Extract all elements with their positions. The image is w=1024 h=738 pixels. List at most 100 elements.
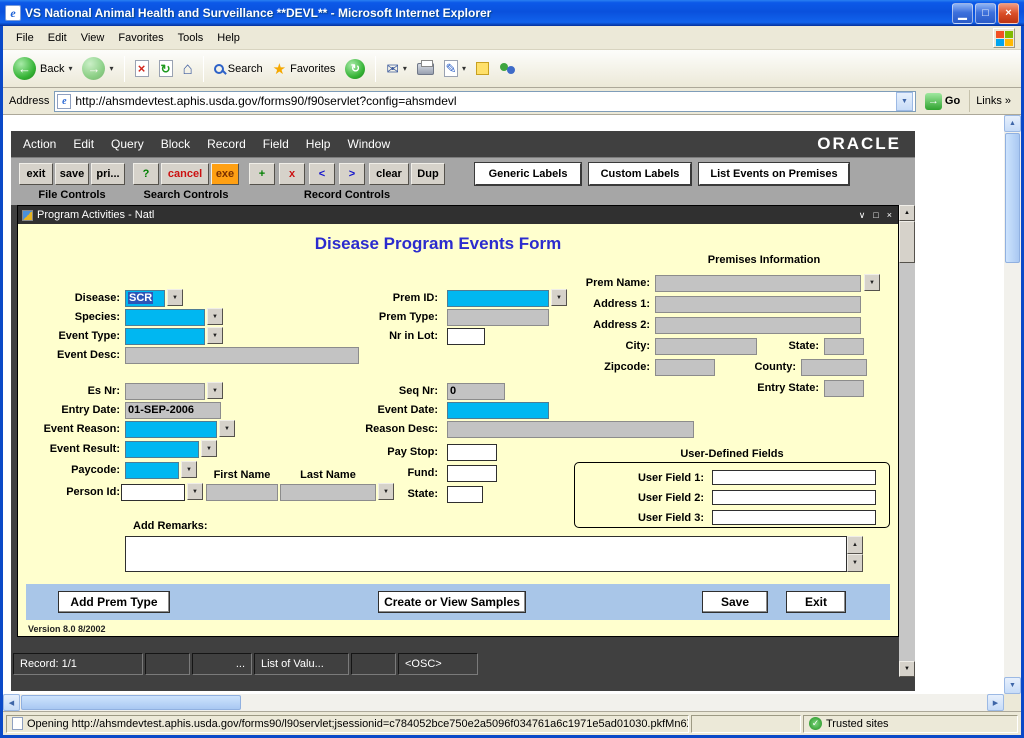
notes-button[interactable] (472, 60, 493, 77)
menu-edit[interactable]: Edit (41, 29, 74, 47)
close-button[interactable]: × (998, 3, 1019, 24)
print-form-button[interactable]: pri... (91, 163, 125, 185)
person-id-dropdown[interactable]: ▼ (187, 483, 203, 500)
media-button[interactable]: ↻ (341, 57, 369, 81)
insert-record-button[interactable]: + (249, 163, 275, 185)
vertical-scrollbar-thumb[interactable] (1005, 133, 1020, 263)
scroll-left-button[interactable]: ◀ (3, 694, 20, 711)
species-field[interactable] (125, 309, 205, 326)
forward-button[interactable]: → ▾ (78, 55, 117, 82)
zipcode-label: Zipcode: (550, 361, 650, 373)
remove-record-button[interactable]: x (279, 163, 305, 185)
paycode-field[interactable] (125, 462, 179, 479)
scroll-up-button[interactable]: ▲ (1004, 115, 1021, 132)
zipcode-field (655, 359, 715, 376)
applet-scroll-up-button[interactable]: ▲ (899, 205, 915, 221)
pay-stop-field[interactable] (447, 444, 497, 461)
event-type-dropdown[interactable]: ▼ (207, 327, 223, 344)
prem-id-field[interactable] (447, 290, 549, 307)
oracle-menu-record[interactable]: Record (207, 137, 246, 151)
person-id-field[interactable] (121, 484, 185, 501)
enter-query-button[interactable]: ? (133, 163, 159, 185)
nr-in-lot-field[interactable] (447, 328, 485, 345)
user-field2-input[interactable] (712, 490, 876, 505)
oracle-menu-action[interactable]: Action (23, 137, 56, 151)
edit-button[interactable]: ✎ ▾ (440, 58, 470, 79)
form-save-button[interactable]: Save (702, 591, 768, 613)
oracle-menu-block[interactable]: Block (161, 137, 190, 151)
custom-labels-button[interactable]: Custom Labels (589, 163, 691, 185)
form-exit-button[interactable]: Exit (786, 591, 846, 613)
stop-button[interactable]: × (131, 58, 153, 79)
event-reason-field[interactable] (125, 421, 217, 438)
oracle-menu-query[interactable]: Query (111, 137, 144, 151)
applet-scroll-down-button[interactable]: ▼ (899, 661, 915, 677)
horizontal-scrollbar-thumb[interactable] (21, 695, 241, 710)
event-date-field[interactable] (447, 402, 549, 419)
inner-collapse-icon[interactable]: ∨ (857, 210, 868, 221)
scroll-right-button[interactable]: ▶ (987, 694, 1004, 711)
applet-scrollbar-thumb[interactable] (899, 221, 915, 263)
inner-restore-icon[interactable]: □ (871, 210, 880, 220)
refresh-button[interactable]: ↻ (155, 58, 177, 79)
create-or-view-samples-button[interactable]: Create or View Samples (378, 591, 526, 613)
maximize-button[interactable]: □ (975, 3, 996, 24)
mail-button[interactable]: ✉ ▾ (382, 58, 411, 80)
save-button[interactable]: save (55, 163, 89, 185)
remarks-scroll-down-button[interactable]: ▼ (847, 554, 863, 572)
state-mid-field[interactable] (447, 486, 483, 503)
applet-scrollbar[interactable]: ▲ ▼ (899, 205, 915, 677)
print-button[interactable] (413, 61, 438, 77)
oracle-menu-edit[interactable]: Edit (73, 137, 94, 151)
prem-name-field (655, 275, 861, 292)
execute-query-button[interactable]: exe (211, 163, 239, 185)
menu-tools[interactable]: Tools (171, 29, 211, 47)
favorites-button[interactable]: ★ Favorites (269, 58, 340, 80)
minimize-button[interactable]: ▁ (952, 3, 973, 24)
search-button[interactable]: Search (210, 61, 267, 77)
duplicate-record-button[interactable]: Dup (411, 163, 445, 185)
paycode-dropdown[interactable]: ▼ (181, 461, 197, 478)
cancel-query-button[interactable]: cancel (161, 163, 209, 185)
oracle-menu-window[interactable]: Window (347, 137, 390, 151)
oracle-menu-help[interactable]: Help (306, 137, 331, 151)
go-button[interactable]: → Go (921, 93, 964, 110)
links-button[interactable]: Links » (969, 90, 1017, 112)
event-reason-dropdown[interactable]: ▼ (219, 420, 235, 437)
address-input[interactable]: e http://ahsmdevtest.aphis.usda.gov/form… (54, 91, 916, 112)
event-type-field[interactable] (125, 328, 205, 345)
menu-help[interactable]: Help (210, 29, 247, 47)
menu-file[interactable]: File (9, 29, 41, 47)
messenger-button[interactable] (495, 59, 521, 79)
generic-labels-button[interactable]: Generic Labels (475, 163, 581, 185)
horizontal-scrollbar[interactable]: ◀ ▶ (3, 694, 1004, 711)
fund-field[interactable] (447, 465, 497, 482)
event-result-dropdown[interactable]: ▼ (201, 440, 217, 457)
list-events-button[interactable]: List Events on Premises (699, 163, 849, 185)
back-button[interactable]: ← Back ▾ (9, 55, 76, 82)
inner-close-icon[interactable]: × (885, 210, 894, 220)
remarks-scroll-up-button[interactable]: ▲ (847, 536, 863, 554)
home-button[interactable]: ⌂ (179, 57, 197, 81)
address-dropdown-button[interactable]: ▼ (896, 92, 913, 111)
menu-favorites[interactable]: Favorites (111, 29, 170, 47)
oracle-menu-field[interactable]: Field (263, 137, 289, 151)
vertical-scrollbar[interactable]: ▲ ▼ (1004, 115, 1021, 694)
disease-dropdown[interactable]: ▼ (167, 289, 183, 306)
chevron-down-icon: ▼ (192, 489, 198, 495)
next-record-button[interactable]: > (339, 163, 365, 185)
scroll-down-button[interactable]: ▼ (1004, 677, 1021, 694)
previous-record-button[interactable]: < (309, 163, 335, 185)
clear-record-button[interactable]: clear (369, 163, 409, 185)
user-field1-input[interactable] (712, 470, 876, 485)
user-field3-input[interactable] (712, 510, 876, 525)
add-remarks-textarea[interactable] (125, 536, 847, 572)
exit-button[interactable]: exit (19, 163, 53, 185)
prem-name-dropdown[interactable]: ▼ (864, 274, 880, 291)
add-prem-type-button[interactable]: Add Prem Type (58, 591, 170, 613)
disease-field[interactable]: SCR (125, 290, 165, 307)
menu-view[interactable]: View (74, 29, 112, 47)
es-nr-dropdown[interactable]: ▼ (207, 382, 223, 399)
species-dropdown[interactable]: ▼ (207, 308, 223, 325)
event-result-field[interactable] (125, 441, 199, 458)
